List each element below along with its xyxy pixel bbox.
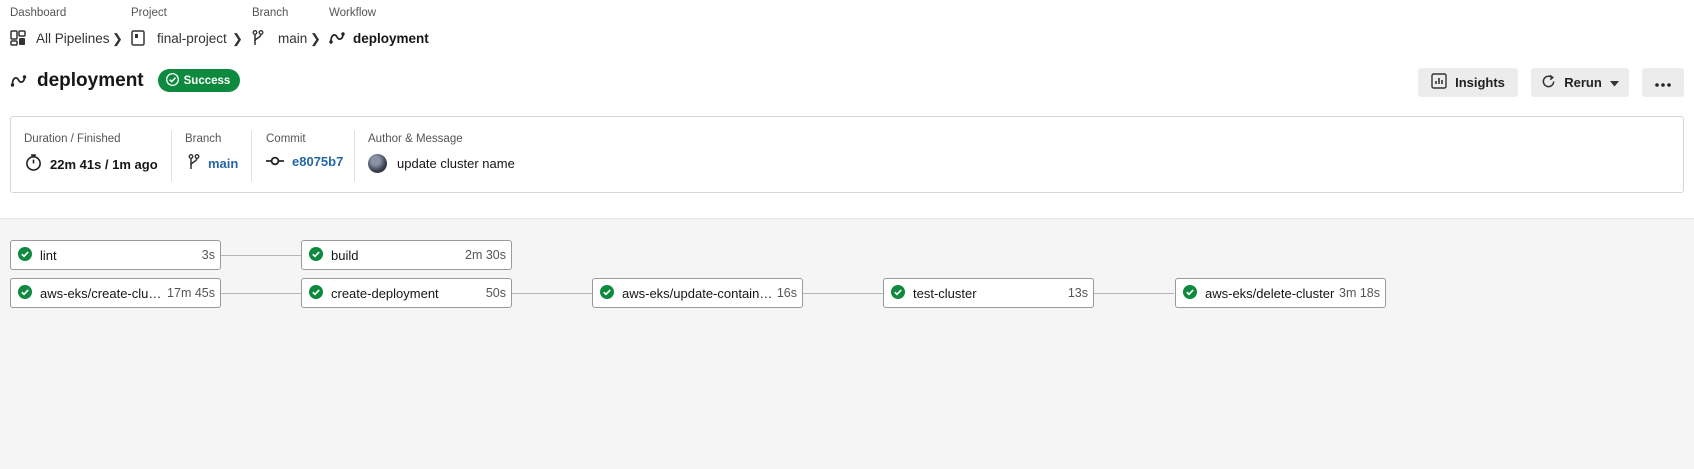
job-duration: 2m 30s — [465, 248, 506, 262]
job-duration: 50s — [485, 286, 506, 300]
chevron-right-icon: ❯ — [232, 31, 243, 46]
job-duration: 3m 18s — [1339, 286, 1380, 300]
job-name: build — [331, 247, 359, 263]
job-name: aws-eks/delete-cluster — [1205, 285, 1335, 301]
breadcrumb-workflow-value: deployment — [353, 30, 429, 46]
job-connector — [803, 293, 883, 294]
status-text: Success — [183, 74, 231, 87]
check-circle-icon — [165, 72, 179, 89]
job-name: test-cluster — [913, 285, 977, 301]
chart-icon — [1431, 73, 1447, 92]
commit-label: Commit — [266, 133, 306, 145]
status-badge: Success — [157, 69, 241, 92]
duration-label: Duration / Finished — [24, 133, 121, 145]
breadcrumb-project-label: Project — [131, 7, 167, 19]
job-connector — [221, 293, 301, 294]
chevron-right-icon: ❯ — [310, 31, 321, 46]
workflow-icon — [329, 31, 345, 45]
avatar[interactable] — [368, 154, 387, 173]
commit-link[interactable]: e8075b7 — [292, 154, 343, 169]
breadcrumb-project[interactable]: Project final-project — [131, 7, 227, 50]
job-aws-eks-create-cluster[interactable]: aws-eks/create-cluster 17m 45s — [10, 278, 221, 308]
refresh-icon — [1541, 74, 1556, 92]
dashboard-icon — [10, 30, 26, 46]
check-circle-icon — [891, 284, 905, 302]
breadcrumb-workflow: Workflow deployment — [329, 7, 429, 50]
insights-button-label: Insights — [1455, 75, 1505, 90]
commit-message: update cluster name — [397, 156, 515, 171]
branch-icon — [188, 154, 200, 173]
caret-down-icon — [1609, 75, 1619, 90]
job-duration: 16s — [776, 286, 797, 300]
timer-icon — [25, 154, 42, 174]
job-duration: 17m 45s — [167, 286, 215, 300]
breadcrumb-workflow-label: Workflow — [329, 7, 377, 19]
check-circle-icon — [600, 284, 614, 302]
job-build[interactable]: build 2m 30s — [301, 240, 512, 270]
author-label: Author & Message — [368, 133, 463, 145]
more-icon — [1655, 75, 1671, 90]
commit-icon — [266, 154, 284, 169]
breadcrumb-branch[interactable]: Branch main — [252, 7, 307, 50]
branch-link[interactable]: main — [208, 156, 238, 171]
chevron-right-icon: ❯ — [112, 31, 123, 46]
more-options-button[interactable] — [1642, 68, 1684, 97]
breadcrumb: Dashboard All Pipelines ❯ Project final-… — [0, 0, 1694, 56]
job-connector — [1094, 293, 1174, 294]
divider — [171, 130, 172, 182]
workflow-header: deployment Success — [10, 69, 241, 92]
branch-icon — [252, 30, 264, 46]
breadcrumb-project-value: final-project — [157, 30, 227, 46]
job-aws-eks-update-container-image[interactable]: aws-eks/update-container-image 16s — [592, 278, 803, 308]
job-aws-eks-delete-cluster[interactable]: aws-eks/delete-cluster 3m 18s — [1175, 278, 1386, 308]
job-duration: 13s — [1067, 286, 1088, 300]
rerun-button[interactable]: Rerun — [1531, 68, 1629, 97]
job-connector — [221, 255, 301, 256]
breadcrumb-branch-value: main — [278, 30, 308, 46]
workflow-icon — [10, 74, 27, 88]
workflow-graph[interactable]: lint 3s build 2m 30s aws-eks/create-clus… — [0, 218, 1694, 469]
job-name: lint — [40, 247, 57, 263]
check-circle-icon — [1183, 284, 1197, 302]
job-duration: 3s — [201, 248, 215, 262]
breadcrumb-dashboard-value: All Pipelines — [36, 30, 110, 46]
job-lint[interactable]: lint 3s — [10, 240, 221, 270]
job-test-cluster[interactable]: test-cluster 13s — [883, 278, 1094, 308]
page-title: deployment — [37, 69, 144, 91]
check-circle-icon — [18, 246, 32, 264]
job-connector — [512, 293, 592, 294]
job-name: aws-eks/create-cluster — [40, 285, 164, 301]
job-name: create-deployment — [331, 285, 439, 301]
divider — [251, 130, 252, 182]
breadcrumb-dashboard-label: Dashboard — [10, 7, 67, 19]
workflow-summary: Duration / Finished 22m 41s / 1m ago Bra… — [10, 116, 1684, 193]
divider — [354, 130, 355, 182]
breadcrumb-dashboard[interactable]: Dashboard All Pipelines — [10, 7, 110, 50]
breadcrumb-branch-label: Branch — [252, 7, 289, 19]
check-circle-icon — [309, 246, 323, 264]
check-circle-icon — [18, 284, 32, 302]
job-create-deployment[interactable]: create-deployment 50s — [301, 278, 512, 308]
branch-label: Branch — [185, 133, 222, 145]
project-icon — [131, 30, 145, 46]
rerun-button-label: Rerun — [1564, 75, 1602, 90]
insights-button[interactable]: Insights — [1418, 68, 1518, 97]
check-circle-icon — [309, 284, 323, 302]
job-name: aws-eks/update-container-image — [622, 285, 773, 301]
duration-value: 22m 41s / 1m ago — [50, 156, 158, 172]
